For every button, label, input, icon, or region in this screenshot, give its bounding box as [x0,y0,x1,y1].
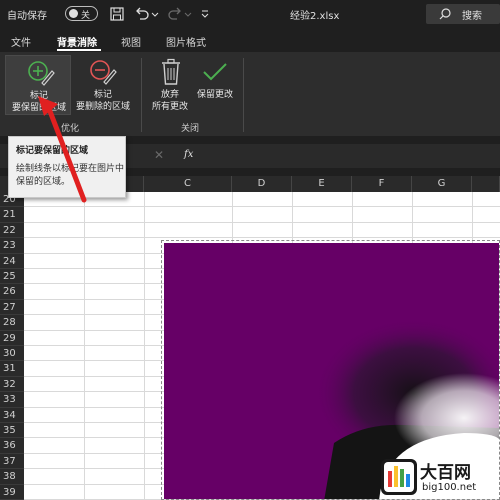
row-header[interactable]: 21 [0,207,24,223]
group-close-label: 关闭 [181,124,200,134]
row-header[interactable]: 34 [0,407,24,423]
mark-remove-button[interactable]: 标记 要删除的区域 [72,55,134,115]
watermark-logo-icon [381,459,417,495]
mark-keep-line2: 要保留的区域 [11,103,66,113]
mark-keep-line1: 标记 [29,91,48,101]
redo-dropdown-icon[interactable] [183,5,193,23]
mark-remove-line1: 标记 [93,90,112,100]
tooltip-title: 标记要保留的区域 [16,146,89,156]
redo-icon[interactable] [166,5,184,23]
cancel-formula-icon[interactable]: ✕ [154,148,164,162]
search-label: 搜索 [462,11,482,22]
column-header-c[interactable]: C [144,176,232,192]
group-separator-2 [243,58,244,132]
row-header[interactable]: 29 [0,330,24,346]
search-box[interactable]: 搜索 [426,4,500,24]
search-icon [439,8,451,20]
active-tab-indicator [57,49,101,51]
file-name: 经验2.xlsx [290,11,340,22]
row-header[interactable]: 35 [0,423,24,439]
discard-line1: 放弃 [160,90,179,100]
grid-line [84,192,85,500]
mark-remove-line2: 要删除的区域 [75,102,130,112]
row-header[interactable]: 22 [0,222,24,239]
keep-changes-label: 保留更改 [196,90,233,100]
mark-keep-icon [28,61,55,86]
checkmark-icon [203,63,227,81]
grid-line [24,221,500,223]
column-header-g[interactable]: G [412,176,472,192]
grid-line [144,192,145,500]
toggle-knob [69,9,78,18]
row-header[interactable]: 23 [0,238,24,254]
row-header[interactable]: 39 [0,484,24,500]
row-header[interactable]: 32 [0,376,24,393]
discard-changes-button[interactable]: 放弃 所有更改 [148,55,192,115]
row-header[interactable]: 37 [0,453,24,470]
column-header-e[interactable]: E [292,176,352,192]
autosave-state: 关 [81,11,91,21]
watermark-name: 大百网 [420,463,471,483]
trash-icon [162,58,180,85]
autosave-label: 自动保存 [7,11,47,22]
grid-line [24,237,500,239]
tab-file[interactable]: 文件 [11,34,31,49]
insert-function-icon[interactable]: fx [184,149,193,160]
keep-changes-button[interactable]: 保留更改 [192,55,238,115]
column-header-f[interactable]: F [352,176,412,192]
save-icon[interactable] [108,5,126,23]
row-header[interactable]: 31 [0,361,24,377]
watermark-url: big100.net [422,482,477,493]
customize-toolbar-icon[interactable] [199,5,211,23]
autosave-toggle[interactable]: 关 [65,6,98,21]
row-header[interactable]: 33 [0,392,24,408]
row-header[interactable]: 30 [0,346,24,362]
tooltip: 标记要保留的区域 绘制线条以标记要在图片中保留的区域。 [8,136,126,198]
tab-view[interactable]: 视图 [121,34,141,49]
row-header[interactable]: 28 [0,315,24,331]
row-header[interactable]: 38 [0,469,24,485]
worksheet[interactable]: A B C D E F G 20212223242526272829303132… [0,176,500,500]
watermark: 大百网 big100.net [376,456,500,500]
row-header[interactable]: 36 [0,438,24,454]
column-header-d[interactable]: D [232,176,292,192]
tab-background-removal[interactable]: 背景消除 [57,34,97,49]
group-optimize-label: 优化 [61,124,80,134]
mark-remove-icon [90,60,117,85]
row-header[interactable]: 27 [0,299,24,316]
column-header-h[interactable] [472,176,500,192]
grid-line [24,206,500,208]
tooltip-body: 绘制线条以标记要在图片中保留的区域。 [16,164,125,187]
discard-line2: 所有更改 [151,102,188,112]
row-header[interactable]: 26 [0,284,24,300]
undo-icon[interactable] [133,5,151,23]
undo-dropdown-icon[interactable] [150,5,160,23]
mark-keep-button[interactable]: 标记 要保留的区域 [5,55,71,115]
row-header[interactable]: 25 [0,269,24,285]
title-bar: 自动保存 关 经验2.xlsx 搜索 [0,0,500,28]
row-header[interactable]: 24 [0,253,24,269]
tab-picture-format[interactable]: 图片格式 [166,34,206,49]
group-separator [141,58,142,132]
